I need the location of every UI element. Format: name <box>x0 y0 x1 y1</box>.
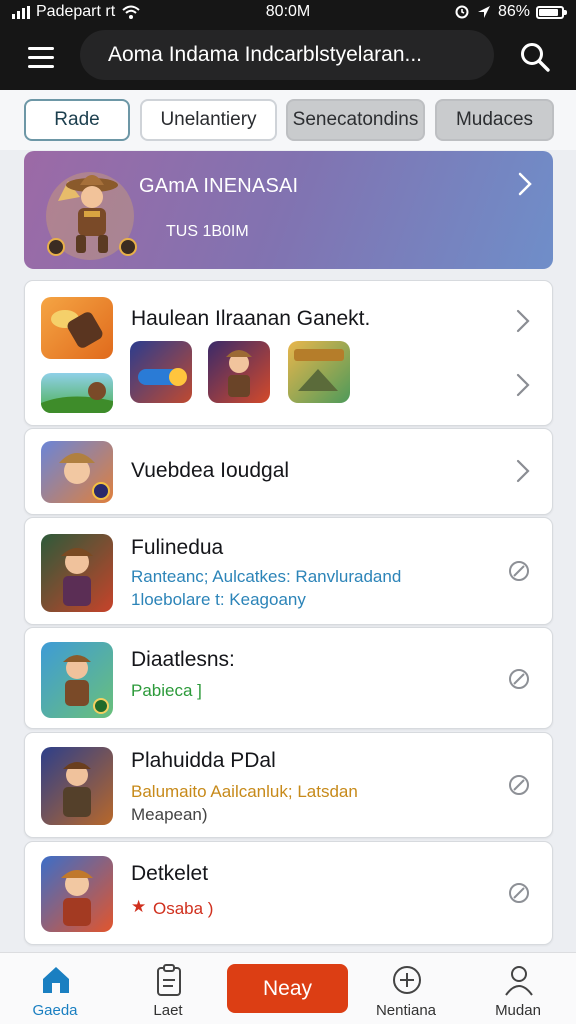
list-item[interactable]: Haulean Ilraanan Ganekt. <box>24 280 553 426</box>
game-thumbnail[interactable] <box>288 341 350 403</box>
list-item[interactable]: Diaatlesns: Pabieca ] <box>24 627 553 729</box>
game-thumbnail <box>41 747 113 825</box>
tab-list[interactable]: Laet <box>113 953 223 1024</box>
card-status: Osaba ) <box>153 899 214 918</box>
block-icon[interactable] <box>508 882 530 904</box>
game-thumbnail <box>41 856 113 932</box>
chevron-right-icon[interactable] <box>517 171 533 197</box>
person-icon <box>505 966 533 996</box>
featured-banner[interactable]: GAmA INENASAI TUS 1B0IM <box>24 151 553 269</box>
alarm-icon <box>455 5 469 19</box>
search-input[interactable]: Aoma Indama Indcarblstyelaran... <box>80 30 494 80</box>
filter-bar: Rade Unelantiery Senecatondins Mudaces <box>0 90 576 150</box>
banner-title: GAmA INENASAI <box>139 175 299 197</box>
battery-icon <box>536 5 567 19</box>
chevron-right-icon[interactable] <box>514 307 532 335</box>
home-icon <box>43 967 69 993</box>
battery-percent: 86% <box>497 3 530 20</box>
game-thumbnail <box>41 373 113 413</box>
card-title: Haulean Ilraanan Ganekt. <box>131 307 371 330</box>
game-thumbnail <box>41 642 113 718</box>
tab-label: Nentiana <box>375 1002 437 1019</box>
location-arrow-icon <box>477 6 490 18</box>
hero-character-art <box>46 172 137 260</box>
card-title: Vuebdea Ioudgal <box>131 459 290 482</box>
block-icon[interactable] <box>508 560 530 582</box>
tab-label: Mudan <box>495 1002 541 1019</box>
game-thumbnail <box>41 441 113 503</box>
tab-label: Gaeda <box>32 1002 78 1019</box>
banner-subtitle: TUS 1B0IM <box>166 223 249 240</box>
card-title: Fulinedua <box>131 536 224 559</box>
star-icon: ★ <box>131 897 147 916</box>
chevron-right-icon[interactable] <box>514 457 532 485</box>
filter-chip-unelantiery[interactable]: Unelantiery <box>140 99 277 141</box>
card-tags: Meapean) <box>131 805 208 824</box>
list-item[interactable]: Vuebdea Ioudgal <box>24 428 553 515</box>
card-status: Pabieca ] <box>131 681 202 700</box>
game-thumbnail[interactable] <box>208 341 270 403</box>
list-item[interactable]: Detkelet ★ Osaba ) <box>24 841 553 945</box>
card-title: Diaatlesns: <box>131 648 235 671</box>
status-bar: Padepart rt 80:0M 86% <box>0 0 576 26</box>
search-icon[interactable] <box>516 38 554 76</box>
filter-chip-rade[interactable]: Rade <box>24 99 130 141</box>
game-thumbnail <box>41 297 113 359</box>
hamburger-icon <box>28 47 54 50</box>
filter-chip-senecatondins[interactable]: Senecatondins <box>286 99 425 141</box>
card-tags[interactable]: 1loebolare t: Keagoany <box>131 590 306 610</box>
bottom-tab-bar: Gaeda Laet Neay Nentiana Mudan <box>0 952 576 1024</box>
tab-profile[interactable]: Mudan <box>463 953 573 1024</box>
game-thumbnail[interactable] <box>130 341 192 403</box>
filter-chip-mudaces[interactable]: Mudaces <box>435 99 554 141</box>
card-tags[interactable]: Ranteanc; Aulcatkes: Ranvluradand <box>131 567 401 587</box>
block-icon[interactable] <box>508 774 530 796</box>
block-icon[interactable] <box>508 668 530 690</box>
card-tags[interactable]: Balumaito Aailcanluk; Latsdan <box>131 782 358 802</box>
menu-button[interactable] <box>20 40 56 76</box>
primary-action-button[interactable]: Neay <box>227 964 348 1013</box>
tab-home[interactable]: Gaeda <box>0 953 110 1024</box>
card-title: Detkelet <box>131 862 209 885</box>
game-thumbnail <box>41 534 113 612</box>
tab-label: Laet <box>153 1002 183 1019</box>
chevron-right-icon[interactable] <box>514 371 532 399</box>
card-title: Plahuidda PDal <box>131 749 276 772</box>
add-circle-icon <box>393 966 421 994</box>
clipboard-icon <box>157 964 181 996</box>
list-item[interactable]: Plahuidda PDal Balumaito Aailcanluk; Lat… <box>24 732 553 838</box>
top-bar: Aoma Indama Indcarblstyelaran... <box>0 26 576 90</box>
list-item[interactable]: Fulinedua Ranteanc; Aulcatkes: Ranvlurad… <box>24 517 553 625</box>
tab-add[interactable]: Nentiana <box>351 953 461 1024</box>
